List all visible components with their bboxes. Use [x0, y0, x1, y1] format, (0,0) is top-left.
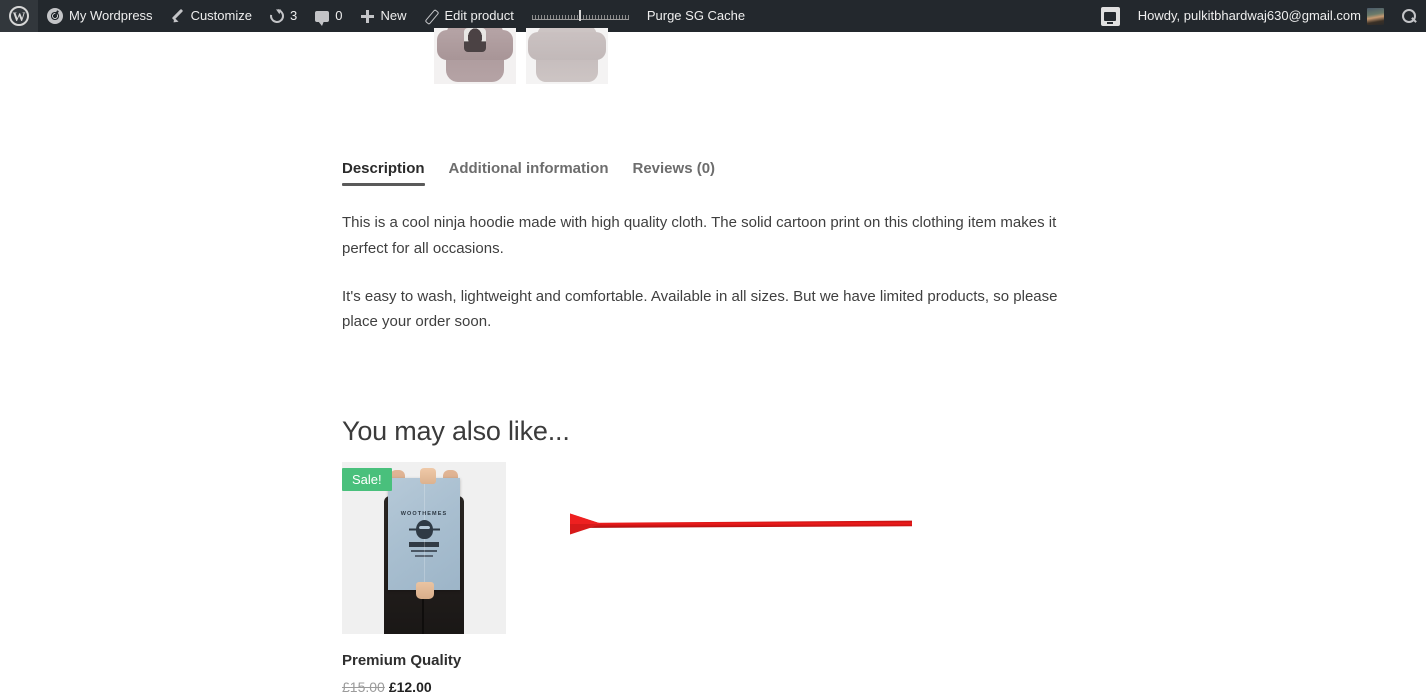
product-title[interactable]: Premium Quality: [342, 652, 506, 669]
monitor-icon: [1100, 6, 1120, 26]
update-icon: [267, 6, 287, 26]
description-panel: This is a cool ninja hoodie made with hi…: [342, 210, 1072, 357]
product-gallery-thumbnails: [434, 28, 608, 84]
price-sale: £12.00: [388, 679, 432, 695]
paintbrush-icon: [171, 9, 185, 23]
woothemes-poster: WOOTHEMES: [388, 478, 460, 590]
adminbar-item-site-name[interactable]: My Wordpress: [38, 0, 162, 32]
adminbar-item-screen[interactable]: [1092, 0, 1129, 32]
ruler-slider-icon[interactable]: [531, 7, 629, 25]
adminbar-search[interactable]: [1393, 0, 1426, 32]
dashboard-icon: [47, 8, 63, 24]
adminbar-comments-count: 0: [335, 8, 343, 23]
upsells-heading: You may also like...: [342, 416, 570, 446]
thumbnail-hoodie-back[interactable]: [526, 28, 608, 84]
product-price: £15.00 £12.00: [342, 679, 506, 695]
plus-icon: [360, 9, 375, 23]
adminbar-item-comments[interactable]: 0: [306, 0, 351, 32]
pencil-icon: [424, 9, 438, 23]
adminbar-item-updates[interactable]: 3: [261, 0, 306, 32]
avatar: [1367, 7, 1384, 25]
price-original: £15.00: [342, 679, 385, 695]
sale-badge: Sale!: [342, 468, 392, 491]
product-tabs: Description Additional information Revie…: [342, 160, 715, 186]
adminbar-customize-label: Customize: [190, 8, 252, 23]
thumbnail-hoodie-front[interactable]: [434, 28, 516, 84]
wp-logo-menu[interactable]: W: [0, 0, 38, 32]
adminbar-my-account[interactable]: Howdy, pulkitbhardwaj630@gmail.com: [1129, 0, 1393, 32]
product-image[interactable]: Sale! WOOTHEMES: [342, 462, 506, 634]
woo-ninja-mark-icon: [408, 520, 440, 540]
product-page: Description Additional information Revie…: [0, 28, 1426, 695]
adminbar-new-label: New: [380, 8, 407, 23]
wordpress-logo-icon: W: [9, 6, 29, 26]
poster-brand-text: WOOTHEMES: [400, 511, 448, 518]
adminbar-spacer: [754, 0, 1092, 32]
hoodie-front-image: [437, 28, 513, 82]
comment-icon: [315, 10, 330, 26]
adminbar-item-purge-cache[interactable]: Purge SG Cache: [638, 0, 754, 32]
hoodie-back-image: [528, 28, 606, 82]
howdy-label: Howdy, pulkitbhardwaj630@gmail.com: [1137, 8, 1361, 23]
adminbar-item-new[interactable]: New: [351, 0, 415, 32]
description-paragraph-1: This is a cool ninja hoodie made with hi…: [342, 214, 1057, 257]
ruler-handle[interactable]: [578, 10, 581, 21]
adminbar-item-customize[interactable]: Customize: [162, 0, 261, 32]
adminbar-updates-count: 3: [289, 8, 298, 23]
tab-additional-information[interactable]: Additional information: [449, 160, 609, 186]
purge-cache-label: Purge SG Cache: [646, 8, 746, 23]
adminbar-site-name-label: My Wordpress: [69, 8, 153, 23]
tab-reviews[interactable]: Reviews (0): [633, 160, 716, 186]
wp-admin-bar: W My Wordpress Customize 3 0 New Edit pr…: [0, 0, 1426, 32]
upsell-product-card[interactable]: Sale! WOOTHEMES Premium Quality £15.00 £1…: [342, 462, 506, 695]
search-icon[interactable]: [1402, 8, 1417, 24]
tab-description[interactable]: Description: [342, 160, 425, 186]
description-paragraph-2: It's easy to wash, lightweight and comfo…: [342, 287, 1058, 331]
